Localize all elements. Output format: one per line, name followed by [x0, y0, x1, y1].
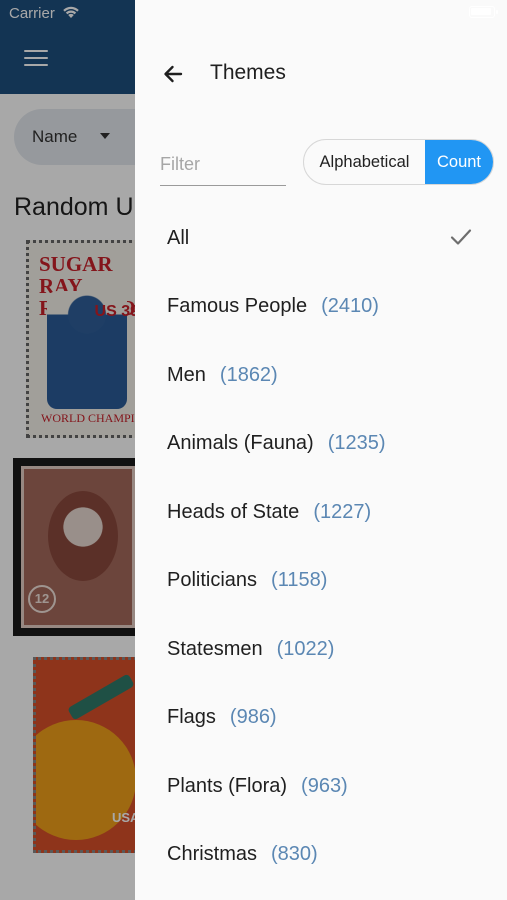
theme-name: Politicians: [167, 569, 258, 592]
theme-item-christmas[interactable]: Christmas (830): [135, 821, 507, 890]
theme-name: Statesmen: [167, 637, 263, 660]
theme-count: (1862): [219, 363, 278, 386]
theme-item-men[interactable]: Men (1862): [135, 341, 507, 410]
filter-field: [160, 143, 286, 186]
theme-count: (2410): [321, 295, 379, 318]
theme-count: (986): [229, 706, 277, 729]
theme-item-statesmen[interactable]: Statesmen (1022): [135, 615, 507, 684]
theme-item-famous-people[interactable]: Famous People (2410): [135, 273, 507, 342]
back-arrow-icon[interactable]: [159, 60, 187, 88]
sort-alphabetical-button[interactable]: Alphabetical: [304, 140, 425, 184]
theme-list: All Famous People (2410) Men (1862) Anim…: [135, 204, 507, 889]
themes-drawer: Themes Alphabetical Count All Famous Peo…: [135, 0, 507, 900]
theme-count: (1158): [271, 569, 328, 592]
theme-name: Famous People: [167, 295, 308, 318]
theme-count: (1022): [276, 637, 335, 660]
theme-name: Christmas: [167, 843, 258, 866]
theme-name: Heads of State: [167, 500, 300, 523]
sort-toggle: Alphabetical Count: [303, 139, 494, 185]
battery-icon: [469, 6, 498, 18]
theme-count: (963): [301, 774, 348, 797]
theme-name: Plants (Flora): [167, 774, 288, 797]
theme-name: All: [167, 226, 190, 249]
check-icon: [450, 229, 472, 245]
theme-count: (1235): [327, 432, 386, 455]
theme-count: (1227): [313, 500, 372, 523]
theme-item-all[interactable]: All: [135, 204, 507, 273]
filter-input[interactable]: [160, 149, 284, 179]
theme-name: Animals (Fauna): [167, 432, 314, 455]
theme-item-plants[interactable]: Plants (Flora) (963): [135, 752, 507, 821]
theme-item-flags[interactable]: Flags (986): [135, 684, 507, 753]
drawer-title: Themes: [210, 61, 286, 84]
sort-count-button[interactable]: Count: [425, 140, 493, 184]
theme-item-politicians[interactable]: Politicians (1158): [135, 547, 507, 616]
theme-name: Men: [167, 363, 206, 386]
theme-name: Flags: [167, 706, 216, 729]
theme-item-heads-of-state[interactable]: Heads of State (1227): [135, 478, 507, 547]
theme-count: (830): [271, 843, 318, 866]
theme-item-animals[interactable]: Animals (Fauna) (1235): [135, 410, 507, 479]
